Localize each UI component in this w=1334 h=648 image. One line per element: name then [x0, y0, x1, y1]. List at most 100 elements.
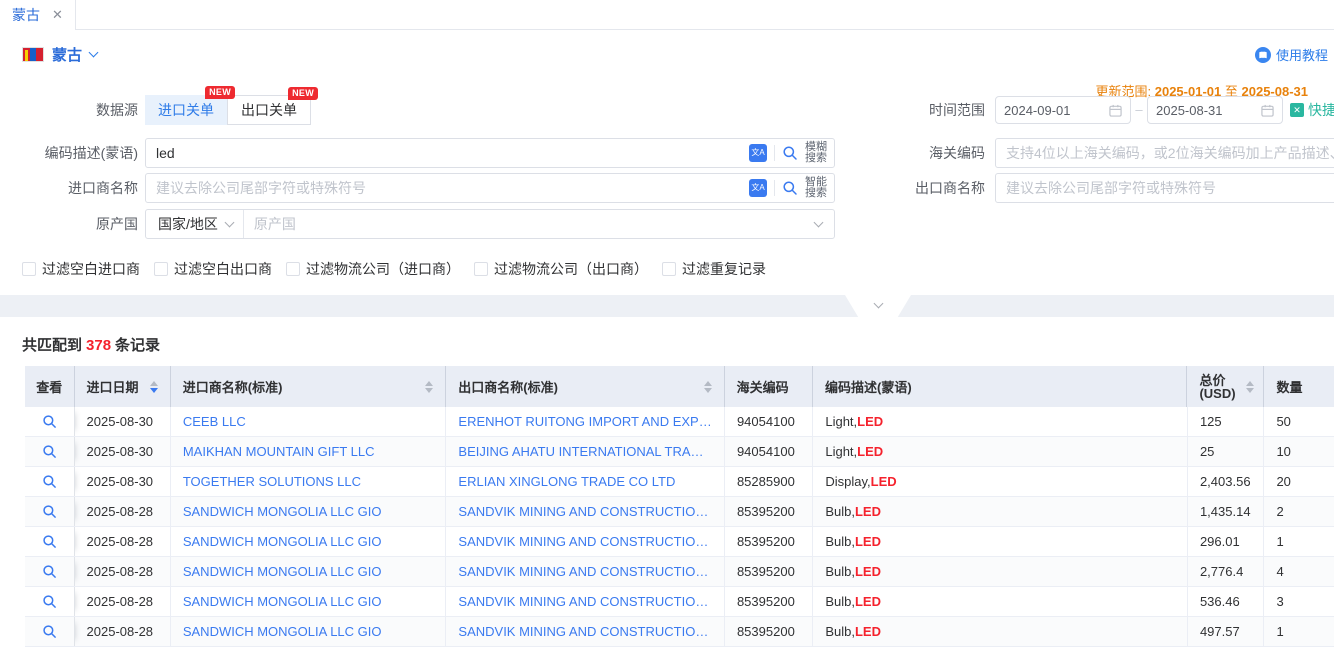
checkbox-filter-blank-importer[interactable]: 过滤空白进口商	[22, 259, 140, 279]
importer-link[interactable]: SANDWICH MONGOLIA LLC GIO	[183, 624, 382, 639]
checkbox-filter-duplicates[interactable]: 过滤重复记录	[662, 259, 766, 279]
checkbox-icon[interactable]	[662, 262, 676, 276]
fuzzy-search-toggle[interactable]: 模糊 搜索	[805, 142, 827, 164]
view-cell	[25, 437, 75, 466]
exporter-input[interactable]	[996, 174, 1334, 202]
date-start-input[interactable]	[1004, 103, 1096, 118]
hs-code-input[interactable]	[996, 139, 1334, 167]
chevron-down-icon	[224, 217, 234, 227]
exporter-link[interactable]: ERLIAN XINGLONG TRADE CO LTD	[458, 474, 675, 489]
header-import-date[interactable]: 进口日期	[75, 366, 171, 407]
country-name: 蒙古	[52, 44, 82, 65]
tutorial-link[interactable]: 使用教程	[1255, 45, 1328, 64]
exporter-link[interactable]: SANDVIK MINING AND CONSTRUCTION L...	[458, 504, 712, 519]
table-row: 2025-08-28 SANDWICH MONGOLIA LLC GIO SANDV…	[25, 497, 1334, 527]
importer-link[interactable]: SANDWICH MONGOLIA LLC GIO	[183, 504, 382, 519]
region-select[interactable]: 国家/地区	[146, 210, 244, 238]
country-selector[interactable]: 蒙古	[22, 44, 97, 65]
checkbox-icon[interactable]	[154, 262, 168, 276]
mongolia-flag-icon	[22, 47, 44, 62]
search-icon[interactable]	[782, 145, 798, 161]
chevron-down-icon	[814, 217, 824, 227]
checkbox-filter-blank-exporter[interactable]: 过滤空白出口商	[154, 259, 272, 279]
quick-select-button[interactable]: ✕ 快捷	[1290, 95, 1334, 125]
quantity-cell: 20	[1264, 467, 1334, 496]
import-date-cell: 2025-08-30	[75, 437, 171, 466]
code-desc-cell: Bulb, LED	[813, 497, 1188, 526]
importer-link[interactable]: SANDWICH MONGOLIA LLC GIO	[183, 534, 382, 549]
view-record-icon	[42, 444, 57, 459]
collapse-filters-button[interactable]	[845, 295, 911, 317]
highlight-led: LED	[871, 474, 897, 489]
sort-control[interactable]	[704, 381, 712, 393]
exporter-link[interactable]: SANDVIK MINING AND CONSTRUCTION L...	[458, 594, 712, 609]
view-record-button[interactable]	[42, 564, 57, 579]
importer-input[interactable]	[146, 174, 749, 202]
importer-link[interactable]: SANDWICH MONGOLIA LLC GIO	[183, 564, 382, 579]
origin-input[interactable]	[244, 210, 815, 238]
exporter-link[interactable]: ERENHOT RUITONG IMPORT AND EXPORT ...	[458, 414, 712, 429]
view-record-button[interactable]	[42, 534, 57, 549]
tab-export-declarations[interactable]: 出口关单 NEW	[227, 95, 311, 125]
hs-code-label: 海关编码	[845, 138, 985, 168]
code-desc-input[interactable]	[146, 139, 749, 167]
highlight-led: LED	[857, 444, 883, 459]
view-cell	[25, 557, 75, 586]
highlight-led: LED	[855, 504, 881, 519]
view-record-icon	[42, 474, 57, 489]
checkbox-filter-logistics-importer[interactable]: 过滤物流公司（进口商）	[286, 259, 460, 279]
exporter-link[interactable]: BEIJING AHATU INTERNATIONAL TRADE C...	[458, 444, 712, 459]
sort-control[interactable]	[1246, 381, 1254, 393]
app-window: 蒙古 ✕ 蒙古 使用教程 更新范围: 2025-01-01 至 2025-08-…	[0, 0, 1334, 648]
import-date-cell: 2025-08-28	[75, 497, 171, 526]
exporter-link[interactable]: SANDVIK MINING AND CONSTRUCTION L...	[458, 564, 712, 579]
translate-icon[interactable]: 文A	[749, 144, 767, 162]
total-price-cell: 25	[1188, 437, 1265, 466]
checkbox-filter-logistics-exporter[interactable]: 过滤物流公司（出口商）	[474, 259, 648, 279]
quantity-cell: 2	[1264, 497, 1334, 526]
close-tab-icon[interactable]: ✕	[52, 7, 63, 23]
view-cell	[25, 497, 75, 526]
sort-control[interactable]	[150, 381, 158, 393]
checkbox-icon[interactable]	[474, 262, 488, 276]
translate-icon[interactable]: 文A	[749, 179, 767, 197]
importer-link[interactable]: SANDWICH MONGOLIA LLC GIO	[183, 594, 382, 609]
date-end-input[interactable]	[1156, 103, 1248, 118]
view-record-icon	[42, 504, 57, 519]
header-total-price[interactable]: 总价(USD)	[1187, 366, 1264, 407]
window-tab-mongolia[interactable]: 蒙古 ✕	[0, 0, 76, 30]
quick-select-icon: ✕	[1290, 103, 1304, 117]
quantity-cell: 4	[1264, 557, 1334, 586]
table-row: 2025-08-30TOGETHER SOLUTIONS LLCERLIAN X…	[25, 467, 1334, 497]
importer-link[interactable]: CEEB LLC	[183, 414, 246, 429]
sort-control[interactable]	[425, 381, 433, 393]
view-record-button[interactable]	[42, 444, 57, 459]
view-record-button[interactable]	[42, 414, 57, 429]
date-start-field[interactable]	[995, 96, 1131, 124]
hs-code-cell: 85395200	[725, 557, 813, 586]
tab-import-declarations[interactable]: 进口关单 NEW	[145, 95, 227, 125]
view-record-button[interactable]	[42, 504, 57, 519]
view-record-button[interactable]	[42, 474, 57, 489]
checkbox-icon[interactable]	[286, 262, 300, 276]
importer-cell: SANDWICH MONGOLIA LLC GIO	[171, 557, 447, 586]
header-exporter[interactable]: 出口商名称(标准)	[446, 366, 724, 407]
importer-link[interactable]: MAIKHAN MOUNTAIN GIFT LLC	[183, 444, 375, 459]
view-record-button[interactable]	[42, 624, 57, 639]
total-price-cell: 536.46	[1188, 587, 1265, 616]
table-row: 2025-08-30 MAIKHAN MOUNTAIN GIFT LLC BEIJI…	[25, 437, 1334, 467]
smart-search-toggle[interactable]: 智能 搜索	[805, 177, 827, 199]
table-header-row: 查看 进口日期 进口商名称(标准) 出口商名称(标准) 海关编码 编码描述(蒙语…	[25, 366, 1334, 407]
view-record-button[interactable]	[42, 594, 57, 609]
exporter-link[interactable]: SANDVIK MINING AND CONSTRUCTION L...	[458, 624, 712, 639]
page-header: 蒙古 使用教程	[0, 30, 1334, 78]
header-importer[interactable]: 进口商名称(标准)	[171, 366, 446, 407]
date-end-field[interactable]	[1147, 96, 1283, 124]
hs-code-cell: 85395200	[725, 527, 813, 556]
exporter-link[interactable]: SANDVIK MINING AND CONSTRUCTION L...	[458, 534, 712, 549]
importer-link[interactable]: TOGETHER SOLUTIONS LLC	[183, 474, 361, 489]
calendar-icon	[1261, 104, 1274, 117]
search-icon[interactable]	[782, 180, 798, 196]
table-row: 2025-08-28SANDWICH MONGOLIA LLC GIOSANDV…	[25, 587, 1334, 617]
checkbox-icon[interactable]	[22, 262, 36, 276]
